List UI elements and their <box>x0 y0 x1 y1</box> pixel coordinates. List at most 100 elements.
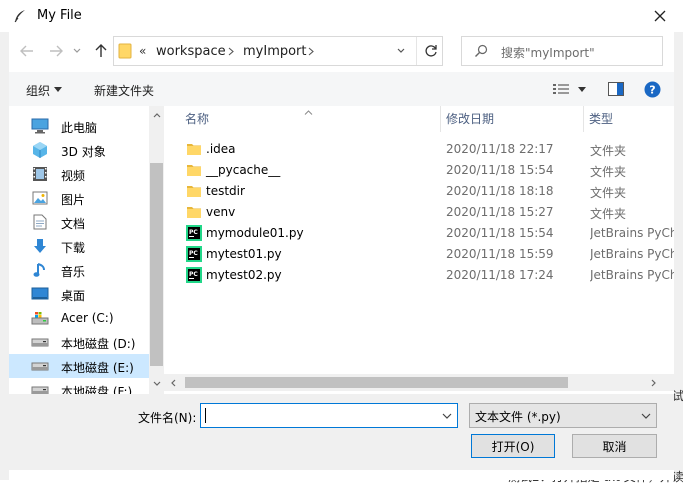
address-divider <box>416 37 417 65</box>
recent-locations-button[interactable] <box>70 42 84 60</box>
view-options-button[interactable] <box>550 80 572 98</box>
sidebar-item[interactable]: Acer (C:) <box>9 306 149 330</box>
chevron-down-icon <box>397 48 405 53</box>
horizontal-scrollbar-thumb[interactable] <box>185 377 568 388</box>
refresh-button[interactable] <box>420 40 442 62</box>
sidebar-item[interactable]: 此电脑 <box>9 114 149 138</box>
details-view-icon <box>553 84 569 94</box>
breadcrumb-workspace[interactable]: workspace <box>156 44 226 59</box>
close-icon <box>654 10 666 22</box>
search-placeholder[interactable]: 搜索"myImport" <box>501 44 595 61</box>
breadcrumb-overflow[interactable]: « <box>139 44 146 58</box>
folder-icon <box>186 141 202 157</box>
help-button[interactable]: ? <box>643 80 661 98</box>
chevron-right-icon[interactable] <box>226 45 236 57</box>
preview-pane-icon <box>608 82 624 96</box>
file-row[interactable]: PC mytest01.py 2020/11/18 15:59 JetBrains P… <box>164 244 674 265</box>
chevron-right-icon[interactable] <box>646 375 660 390</box>
filename-label: 文件名(N): <box>138 411 197 425</box>
forward-button[interactable] <box>45 40 67 62</box>
view-dropdown-icon[interactable] <box>577 83 587 95</box>
file-type: 文件夹 <box>590 207 627 221</box>
file-row[interactable]: venv 2020/11/18 15:27 文件夹 <box>164 202 671 223</box>
sidebar-item[interactable]: 音乐 <box>9 258 149 282</box>
address-dropdown-button[interactable] <box>393 42 409 60</box>
documents-icon <box>31 213 49 231</box>
download-icon <box>31 237 49 255</box>
svg-text:?: ? <box>649 83 655 96</box>
file-row[interactable]: PC mymodule01.py 2020/11/18 15:54 JetBrains… <box>164 223 674 244</box>
chevron-up-icon[interactable] <box>149 108 164 122</box>
sidebar-item[interactable]: 视频 <box>9 162 149 186</box>
folder-icon <box>186 204 202 220</box>
column-header-type[interactable]: 类型 <box>589 110 613 127</box>
file-row[interactable]: testdir 2020/11/18 18:18 文件夹 <box>164 181 671 202</box>
back-button[interactable] <box>16 40 38 62</box>
file-row[interactable]: __pycache__ 2020/11/18 15:54 文件夹 <box>164 160 671 181</box>
pycharm-icon: PC <box>186 225 202 241</box>
filename-input[interactable] <box>200 403 458 428</box>
help-icon: ? <box>644 81 660 97</box>
chevron-down-icon <box>442 413 452 419</box>
computer-icon <box>31 117 49 135</box>
sidebar-item[interactable]: 3D 对象 <box>9 138 149 162</box>
sidebar-item[interactable]: 桌面 <box>9 282 149 306</box>
column-divider <box>583 106 584 132</box>
file-date: 2020/11/18 22:17 <box>446 142 554 156</box>
close-button[interactable] <box>646 4 674 28</box>
sidebar-item-label: 文档 <box>61 217 86 231</box>
file-date: 2020/11/18 15:54 <box>446 163 554 177</box>
filename-dropdown-button[interactable] <box>439 408 455 423</box>
file-name: testdir <box>206 184 245 198</box>
sidebar-item-label: 图片 <box>61 193 86 207</box>
refresh-icon <box>425 45 437 57</box>
filetype-dropdown-icon <box>638 408 654 423</box>
window-title: My File <box>37 8 82 23</box>
sidebar-item[interactable]: 本地磁盘 (E:) <box>9 354 149 378</box>
file-date: 2020/11/18 18:18 <box>446 184 554 198</box>
file-type: JetBrains PyCh <box>590 226 674 240</box>
cancel-button[interactable]: 取消 <box>572 434 657 458</box>
sidebar-item-label: 视频 <box>61 169 86 183</box>
search-icon <box>473 43 489 59</box>
arrow-right-icon <box>50 45 63 57</box>
file-name: __pycache__ <box>206 163 281 177</box>
preview-pane-button[interactable] <box>605 80 627 98</box>
drive-icon <box>31 357 49 375</box>
background-page <box>0 32 9 480</box>
sidebar-item[interactable]: 本地磁盘 (D:) <box>9 330 149 354</box>
sidebar-item[interactable]: 图片 <box>9 186 149 210</box>
desktop-icon <box>31 285 49 303</box>
open-button[interactable]: 打开(O) <box>471 434 555 458</box>
video-icon <box>31 165 49 183</box>
music-icon <box>31 261 49 279</box>
sidebar-item-label: 此电脑 <box>61 121 98 135</box>
column-header-name[interactable]: 名称 <box>185 110 209 127</box>
file-row[interactable]: PC mytest02.py 2020/11/18 17:24 JetBrains P… <box>164 265 674 286</box>
up-button[interactable] <box>90 40 112 62</box>
breadcrumb-myimport[interactable]: myImport <box>243 44 307 59</box>
chevron-left-icon[interactable] <box>166 375 180 390</box>
sidebar-item-label: 本地磁盘 (E:) <box>61 361 134 375</box>
file-name: mytest01.py <box>206 247 282 261</box>
chevron-down-icon[interactable] <box>149 376 164 390</box>
filetype-select[interactable]: 文本文件 (*.py) <box>469 403 657 428</box>
filetype-value: 文本文件 (*.py) <box>475 410 561 424</box>
chevron-down-icon <box>73 48 81 53</box>
sidebar-item[interactable]: 文档 <box>9 210 149 234</box>
text-caret <box>205 408 206 423</box>
system-drive-icon <box>31 309 49 327</box>
sidebar-scrollbar-thumb[interactable] <box>150 163 163 366</box>
column-header-date[interactable]: 修改日期 <box>446 110 494 127</box>
folder-icon <box>117 43 133 59</box>
file-name: mytest02.py <box>206 268 282 282</box>
chevron-right-icon[interactable] <box>306 45 316 57</box>
new-folder-button[interactable]: 新建文件夹 <box>94 82 154 99</box>
svg-text:PC: PC <box>189 229 198 236</box>
sidebar-item[interactable]: 下载 <box>9 234 149 258</box>
sidebar-item-label: 桌面 <box>61 289 86 303</box>
folder-icon <box>186 183 202 199</box>
organize-button[interactable]: 组织 <box>26 82 50 99</box>
file-row[interactable]: .idea 2020/11/18 22:17 文件夹 <box>164 139 671 160</box>
file-date: 2020/11/18 15:59 <box>446 247 554 261</box>
